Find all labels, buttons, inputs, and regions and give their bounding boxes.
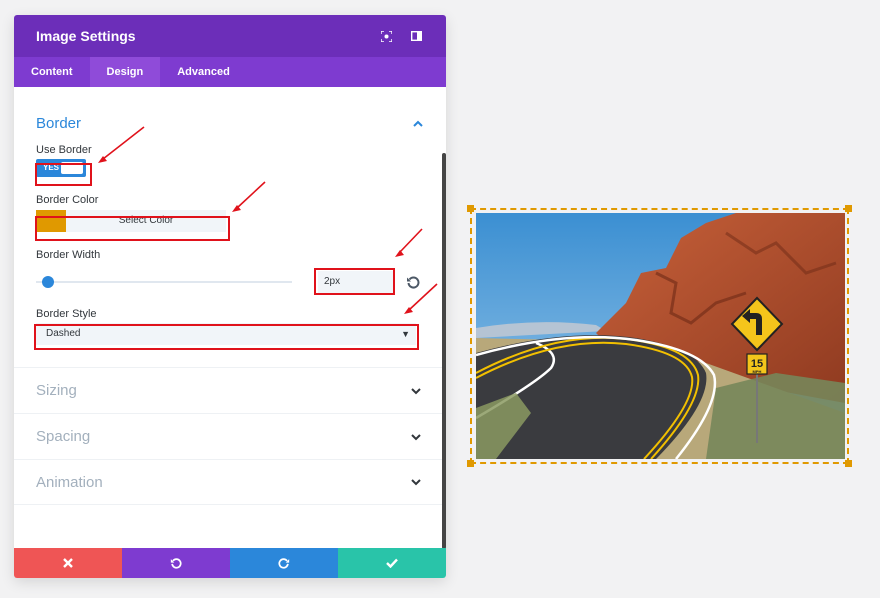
- chevron-down-icon[interactable]: [410, 476, 422, 488]
- image-settings-modal: Image Settings Content Design Advanced B…: [14, 15, 446, 578]
- undo-button[interactable]: [122, 548, 230, 578]
- modal-header: Image Settings: [14, 15, 446, 57]
- sidebar-icon[interactable]: [408, 28, 424, 44]
- resize-handle[interactable]: [845, 205, 852, 212]
- resize-handle[interactable]: [845, 460, 852, 467]
- redo-button[interactable]: [230, 548, 338, 578]
- resize-handle[interactable]: [467, 460, 474, 467]
- save-button[interactable]: [338, 548, 446, 578]
- modal-title: Image Settings: [36, 28, 136, 44]
- annotation-arrow: [404, 283, 438, 314]
- chevron-up-icon[interactable]: [412, 118, 424, 130]
- tab-content[interactable]: Content: [14, 57, 90, 87]
- highlight-box: [35, 163, 92, 186]
- animation-section[interactable]: Animation: [14, 459, 446, 505]
- scrollbar[interactable]: [442, 153, 446, 548]
- border-style-label: Border Style: [36, 308, 97, 320]
- check-icon: [386, 558, 398, 568]
- spacing-section-title: Spacing: [36, 428, 91, 445]
- tab-design[interactable]: Design: [89, 57, 161, 87]
- cancel-button[interactable]: [14, 548, 122, 578]
- slider-thumb[interactable]: [42, 276, 54, 288]
- highlight-box: [314, 268, 395, 295]
- close-icon: [63, 558, 73, 568]
- redo-icon: [278, 558, 290, 569]
- border-width-slider[interactable]: [36, 276, 292, 288]
- chevron-down-icon[interactable]: [410, 385, 422, 397]
- highlight-box: [34, 324, 419, 350]
- undo-icon: [170, 558, 182, 569]
- spacing-section[interactable]: Spacing: [14, 413, 446, 459]
- tab-bar: Content Design Advanced: [14, 57, 446, 87]
- highlight-box: [35, 216, 230, 241]
- annotation-arrow: [395, 228, 423, 257]
- sizing-section-title: Sizing: [36, 382, 77, 399]
- chevron-down-icon[interactable]: [410, 431, 422, 443]
- sizing-section[interactable]: Sizing: [14, 367, 446, 413]
- annotation-arrow: [98, 126, 145, 163]
- modal-footer: [14, 548, 446, 578]
- tab-advanced[interactable]: Advanced: [160, 57, 247, 87]
- preview-image[interactable]: 15 MPH: [476, 213, 845, 459]
- fullscreen-icon[interactable]: [378, 28, 394, 44]
- resize-handle[interactable]: [467, 205, 474, 212]
- animation-section-title: Animation: [36, 473, 103, 491]
- annotation-arrow: [232, 181, 266, 212]
- border-section-title: Border: [36, 115, 82, 132]
- border-width-label: Border Width: [36, 249, 101, 261]
- settings-body: Border Use Border YES Border Color Selec…: [14, 87, 446, 548]
- sign-unit-text: MPH: [753, 369, 762, 374]
